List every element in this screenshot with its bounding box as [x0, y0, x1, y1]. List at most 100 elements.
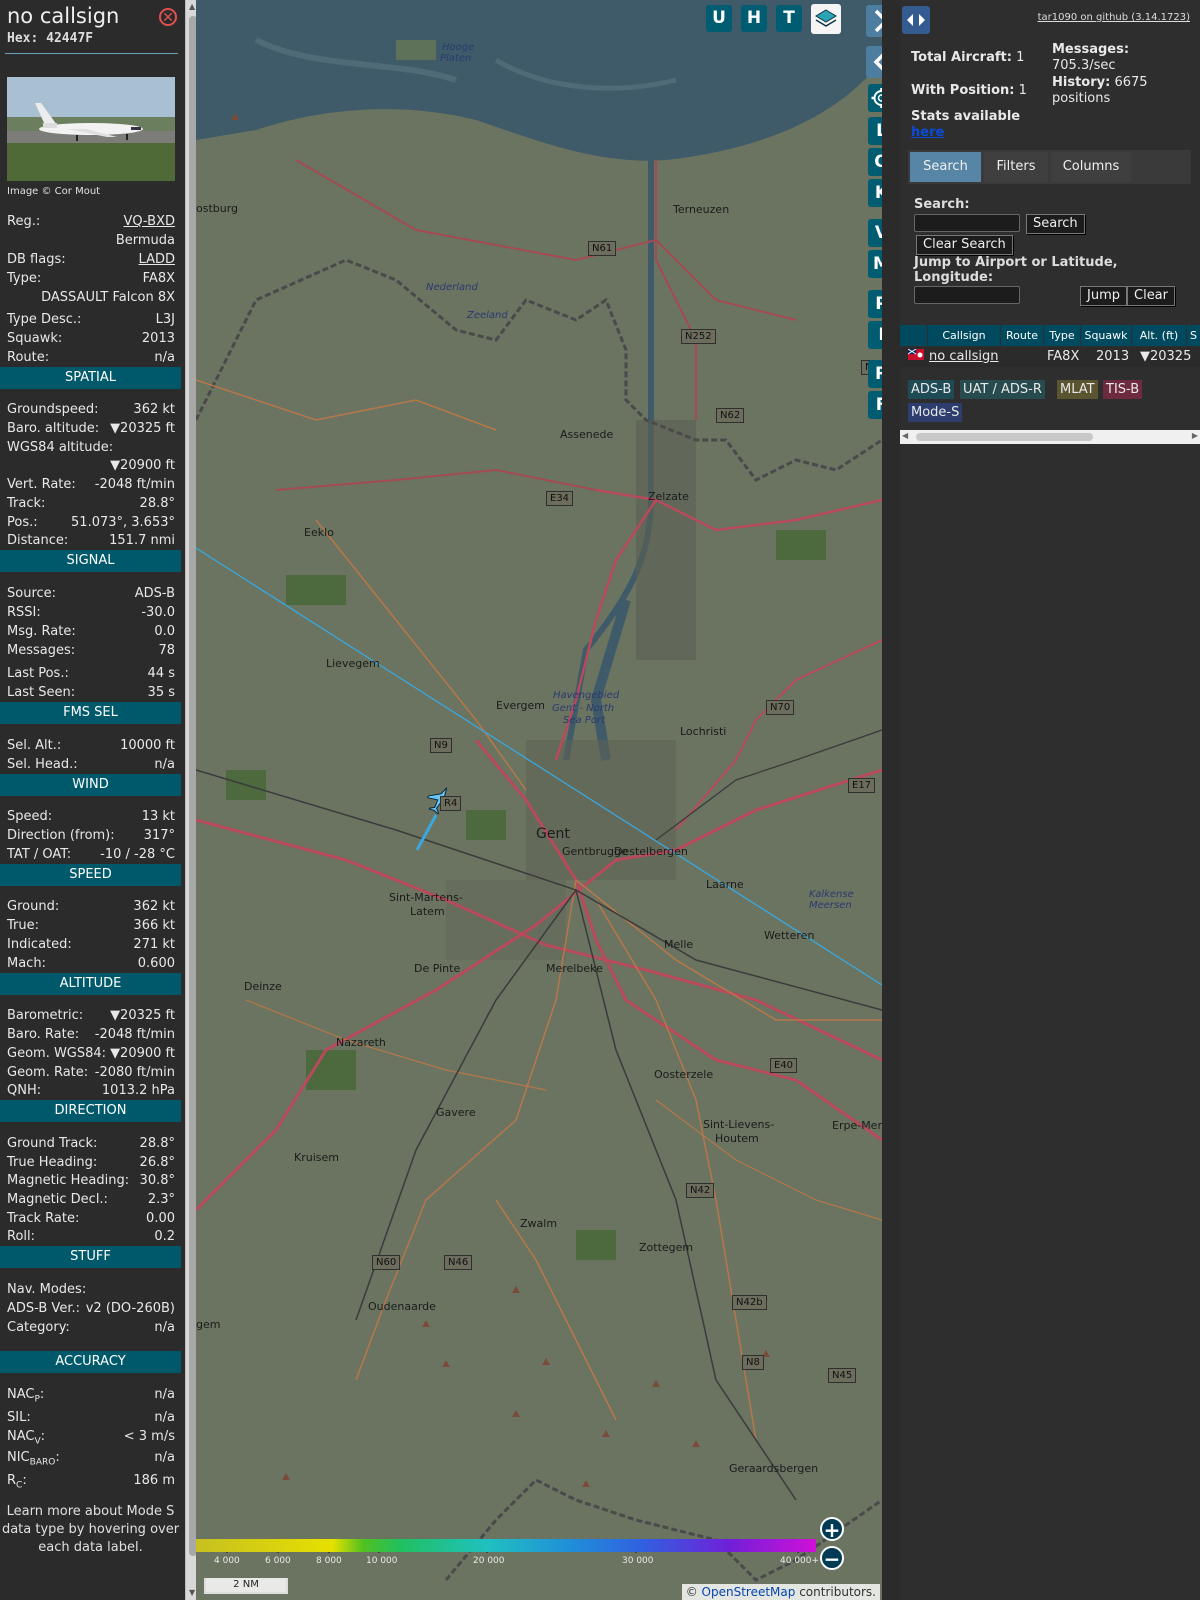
map-toggle-v-button[interactable]: V	[868, 219, 882, 247]
map-toggle-k-button[interactable]: K	[868, 179, 882, 207]
map[interactable]: Terneuzen ostburg Assenede Zelzate Eeklo Liev…	[196, 0, 882, 1600]
search-input[interactable]	[914, 214, 1020, 232]
search-button[interactable]: Search	[1026, 214, 1085, 234]
map-place-label: Nazareth	[336, 1036, 386, 1049]
jump-button[interactable]: Jump	[1080, 286, 1127, 306]
info-value: n/a	[154, 757, 175, 772]
info-value: ADS-B	[134, 586, 175, 601]
map-toggle-h-button[interactable]: H	[741, 5, 767, 32]
tab-filters[interactable]: Filters	[984, 152, 1048, 182]
scale-bar: 2 NM	[204, 1578, 288, 1594]
tab-columns[interactable]: Columns	[1051, 152, 1131, 182]
osm-link[interactable]: OpenStreetMap	[702, 1585, 796, 1599]
learn-more-line: data type by hovering over	[1, 1522, 180, 1537]
source-badge: ADS-B	[908, 380, 955, 399]
scroll-right-icon[interactable]: ▶	[1192, 431, 1198, 440]
column-type[interactable]: Type	[1044, 325, 1081, 346]
info-label: Last Pos.:	[7, 666, 69, 681]
detail-row: DASSAULT Falcon 8X	[7, 290, 175, 308]
map-toggle-m-button[interactable]: M	[868, 250, 882, 278]
info-row: Pos.: 51.073°, 3.653°	[7, 515, 175, 533]
table-horizontal-scrollbar[interactable]: ◀ ▶	[900, 430, 1200, 444]
layers-button[interactable]	[811, 4, 841, 34]
info-value: 362 kt	[133, 899, 175, 914]
info-value: ▼20325 ft	[110, 1008, 175, 1023]
learn-more-text: Learn more about Mode S data type by hov…	[0, 1503, 181, 1557]
jump-input[interactable]	[914, 286, 1020, 304]
column-speed[interactable]: S	[1187, 325, 1200, 346]
column-callsign[interactable]: Callsign	[928, 325, 1001, 346]
column-flag[interactable]	[900, 325, 928, 346]
info-value: 30.8°	[139, 1173, 175, 1188]
info-row: ▼20900 ft	[7, 458, 175, 476]
column-route[interactable]: Route	[1001, 325, 1044, 346]
scroll-up-icon[interactable]: ▲	[189, 2, 195, 12]
scroll-down-icon[interactable]: ▼	[189, 1588, 195, 1598]
info-row: Indicated: 271 kt	[7, 937, 175, 955]
map-place-label: Gent - North	[552, 703, 615, 714]
map-place-label: Gavere	[436, 1106, 476, 1119]
info-value: 10000 ft	[120, 738, 175, 753]
info-label-main: R	[7, 1473, 17, 1488]
info-row: Geom. WGS84: ▼20900 ft	[7, 1046, 175, 1064]
info-row: Source: ADS-B	[7, 586, 175, 604]
altitude-scale-label: 10 000	[366, 1556, 398, 1566]
info-row: Groundspeed: 362 kt	[7, 402, 175, 420]
map-toggle-r-button[interactable]: R	[868, 360, 882, 388]
map-place-label: Zelzate	[648, 490, 689, 503]
road-shield: N45	[828, 1368, 857, 1383]
column-squawk[interactable]: Squawk	[1081, 325, 1132, 346]
info-row: RSSI: -30.0	[7, 605, 175, 623]
aircraft-photo[interactable]	[7, 77, 175, 181]
divider	[5, 53, 178, 54]
row-callsign-link[interactable]: no callsign	[929, 347, 999, 367]
road-shield: R4	[440, 796, 462, 811]
info-label: Baro. altitude:	[7, 421, 100, 436]
detail-value-link[interactable]: VQ-BXD	[123, 214, 175, 229]
info-label: NACV:	[7, 1429, 45, 1447]
clear-button[interactable]: Clear	[1127, 286, 1175, 306]
map-toggle-u-button[interactable]: U	[706, 5, 732, 32]
info-row: SIL: n/a	[7, 1410, 175, 1428]
zoom-out-button[interactable]: −	[820, 1546, 844, 1570]
detail-value-link[interactable]: LADD	[139, 252, 175, 267]
settings-button[interactable]	[868, 84, 882, 112]
map-toggle-t-button[interactable]: T	[776, 5, 802, 32]
map-toggle-p-button[interactable]: P	[868, 290, 882, 318]
info-row: Sel. Alt.: 10000 ft	[7, 738, 175, 756]
map-attribution: © OpenStreetMap contributors.	[681, 1584, 880, 1600]
github-link[interactable]: tar1090 on github (3.14.1723)	[1038, 12, 1190, 23]
info-row: Magnetic Decl.: 2.3°	[7, 1192, 175, 1210]
column-altitude[interactable]: Alt. (ft)	[1132, 325, 1187, 346]
map-toggle-l-button[interactable]: L	[868, 117, 882, 145]
info-value: -2048 ft/min	[94, 477, 175, 492]
map-toggle-i-button[interactable]: I	[868, 321, 882, 349]
tab-search[interactable]: Search	[910, 152, 981, 182]
table-row[interactable]: no callsign FA8X 2013 ▼20325	[900, 347, 1200, 367]
row-altitude: ▼20325	[1140, 349, 1192, 364]
map-toggle-f-button[interactable]: F	[868, 391, 882, 419]
zoom-in-button[interactable]: +	[820, 1517, 844, 1541]
scrollbar-thumb[interactable]	[916, 433, 1093, 441]
info-row: Baro. Rate: -2048 ft/min	[7, 1027, 175, 1045]
collapse-left-button[interactable]	[866, 46, 882, 78]
info-row: Distance: 151.7 nmi	[7, 533, 175, 551]
info-label-sub: BARO	[29, 1457, 56, 1468]
panel-resize-button[interactable]	[902, 6, 930, 34]
row-type: FA8X	[1047, 349, 1080, 364]
expand-right-button[interactable]	[866, 5, 882, 37]
info-label: QNH:	[7, 1083, 42, 1098]
info-row: True: 366 kt	[7, 918, 175, 936]
map-place-label: Erpe-Mere	[832, 1119, 882, 1132]
map-place-label: Gent	[536, 826, 570, 842]
learn-more-line: Learn more about Mode S	[6, 1504, 175, 1519]
info-label: Direction (from):	[7, 828, 115, 843]
map-place-label: Kruisem	[294, 1151, 339, 1164]
info-value: 2.3°	[147, 1192, 175, 1207]
close-icon[interactable]: ✕	[159, 8, 177, 26]
stats-link[interactable]: here	[911, 125, 944, 140]
scroll-left-icon[interactable]: ◀	[902, 431, 908, 440]
detail-row: Type: FA8X	[7, 271, 175, 289]
clear-search-button[interactable]: Clear Search	[916, 235, 1013, 255]
map-toggle-o-button[interactable]: O	[868, 148, 882, 176]
